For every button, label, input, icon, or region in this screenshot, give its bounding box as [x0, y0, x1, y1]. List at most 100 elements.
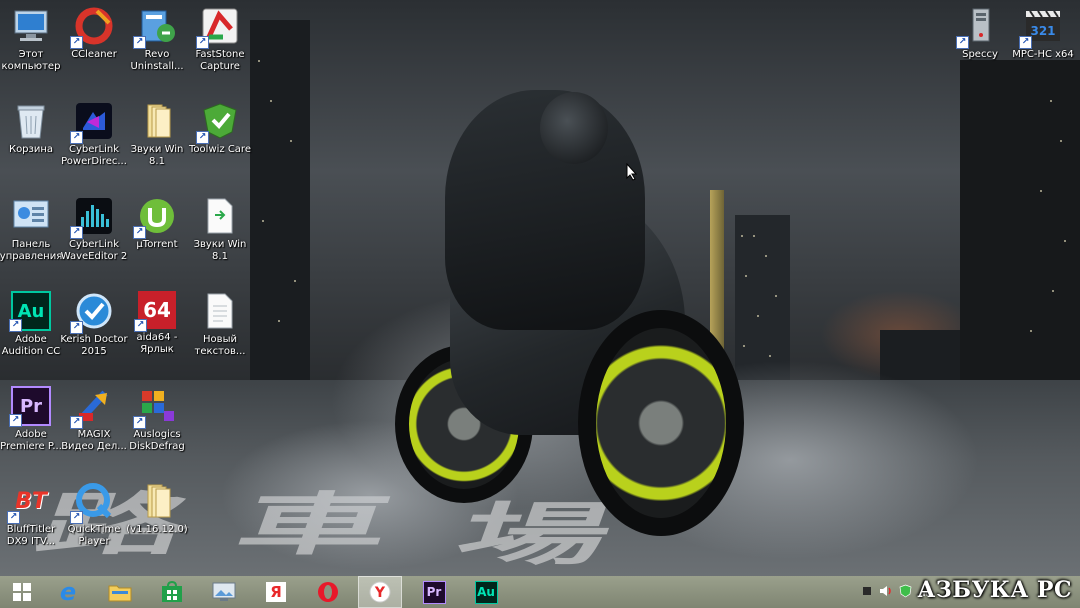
waveeditor-icon: ↗	[70, 196, 114, 239]
shortcut-arrow-icon: ↗	[70, 321, 83, 334]
desktop-icon-utorrent[interactable]: ↗ µTorrent	[124, 190, 190, 278]
icon-label: Auslogics DiskDefrag	[129, 429, 185, 452]
taskbar-image-viewer[interactable]	[202, 576, 246, 608]
recycle-bin-icon	[11, 101, 51, 141]
taskbar-opera[interactable]	[306, 576, 350, 608]
desktop-icon-text-document[interactable]: Новый текстов...	[187, 285, 253, 373]
motorcycle-front-wheel	[578, 310, 744, 536]
taskbar-internet-explorer[interactable]: e	[46, 576, 90, 608]
premiere-icon: Pr	[422, 580, 446, 604]
mouse-cursor-icon	[626, 163, 638, 181]
opera-icon	[316, 580, 340, 604]
wallpaper-building	[250, 20, 310, 380]
audition-icon: Au	[474, 580, 498, 604]
aida64-icon: 64 ↗	[134, 291, 176, 332]
taskbar-file-explorer[interactable]	[98, 576, 142, 608]
desktop[interactable]: 路 車 場 ↗ Этот компьютер ↗ CCleaner ↗ Revo…	[0, 0, 1080, 576]
shortcut-arrow-icon: ↗	[133, 416, 146, 429]
icon-label: Звуки Win 8.1	[193, 239, 247, 262]
desktop-icon-adobe-premiere[interactable]: Pr ↗ Adobe Premiere P...	[0, 380, 64, 468]
yandex-browser-icon: Y	[368, 580, 392, 604]
shortcut-arrow-icon: ↗	[196, 36, 209, 49]
kerish-doctor-icon: ↗	[70, 291, 114, 334]
desktop-icon-kerish-doctor[interactable]: ↗ Kerish Doctor 2015	[60, 285, 128, 373]
icon-label: (v1.16.12.0)	[126, 524, 188, 535]
text-document-icon	[200, 291, 240, 331]
wallpaper-building	[880, 330, 960, 380]
desktop-icon-folder-version[interactable]: (v1.16.12.0)	[124, 475, 190, 563]
folder-icon	[137, 101, 177, 141]
folder-icon	[137, 481, 177, 521]
taskbar-yandex-browser[interactable]: Y	[358, 576, 402, 608]
taskbar-windows-store[interactable]	[150, 576, 194, 608]
desktop-icon-waveeditor[interactable]: ↗ CyberLink WaveEditor 2	[61, 190, 127, 278]
rider-helmet	[540, 92, 608, 164]
desktop-icon-folder-zvuki[interactable]: Звуки Win 8.1	[124, 95, 190, 183]
svg-text:321: 321	[1030, 24, 1055, 38]
shortcut-arrow-icon: ↗	[70, 131, 83, 144]
yandex-icon: Я	[266, 582, 286, 602]
magix-video-icon: ↗	[70, 386, 114, 429]
shortcut-arrow-icon: ↗	[1019, 36, 1032, 49]
speccy-icon: ↗	[956, 6, 1000, 49]
svg-text:Y: Y	[374, 585, 386, 601]
icon-label: FastStone Capture	[195, 49, 245, 72]
desktop-icon-speccy[interactable]: ↗ Speccy	[947, 0, 1013, 88]
audition-icon: Au ↗	[9, 291, 51, 332]
desktop-icon-magix-video[interactable]: ↗ MAGIX Видео Дел...	[61, 380, 127, 468]
control-panel-icon	[11, 196, 51, 236]
file-icon	[200, 196, 240, 236]
channel-watermark: АЗБУКА РС	[917, 577, 1072, 603]
quicktime-icon: ↗	[70, 481, 114, 524]
wallpaper-building	[735, 215, 790, 380]
desktop-icon-powerdirector[interactable]: ↗ CyberLink PowerDirec...	[61, 95, 127, 183]
desktop-icon-zvuki-file[interactable]: Звуки Win 8.1	[187, 190, 253, 278]
toolwiz-care-icon: ↗	[196, 101, 240, 144]
taskbar-audition[interactable]: Au	[464, 576, 508, 608]
start-button[interactable]	[0, 576, 44, 608]
taskbar-yandex[interactable]: Я	[254, 576, 298, 608]
tray-overflow[interactable]	[860, 584, 874, 598]
taskbar-premiere[interactable]: Pr	[412, 576, 456, 608]
shortcut-arrow-icon: ↗	[956, 36, 969, 49]
desktop-icon-mpc-hc[interactable]: 321 ↗ MPC-HC x64	[1010, 0, 1076, 88]
shortcut-arrow-icon: ↗	[133, 226, 146, 239]
desktop-icon-faststone-capture[interactable]: ↗ FastStone Capture	[187, 0, 253, 88]
desktop-icon-adobe-audition[interactable]: Au ↗ Adobe Audition CC	[0, 285, 64, 373]
desktop-icon-toolwiz-care[interactable]: ↗ Toolwiz Care	[187, 95, 253, 183]
shortcut-arrow-icon: ↗	[70, 511, 83, 524]
windows-store-icon	[160, 580, 184, 604]
icon-label: Toolwiz Care	[189, 144, 251, 155]
faststone-capture-icon: ↗	[196, 6, 240, 49]
powerdirector-icon: ↗	[70, 101, 114, 144]
desktop-icon-revo-uninstaller[interactable]: ↗ Revo Uninstall...	[124, 0, 190, 88]
internet-explorer-icon: e	[59, 578, 77, 606]
utorrent-icon: ↗	[133, 196, 177, 239]
wallpaper-building	[960, 60, 1080, 380]
computer-icon: ↗	[11, 6, 51, 46]
shortcut-arrow-icon: ↗	[70, 226, 83, 239]
desktop-icon-control-panel[interactable]: Панель управления	[0, 190, 64, 278]
desktop-icon-blufftitler[interactable]: BT ↗ BluffTitler DX9 ITV...	[0, 475, 64, 563]
desktop-icon-ccleaner[interactable]: ↗ CCleaner	[61, 0, 127, 88]
shield-icon[interactable]	[898, 584, 912, 598]
speaker-icon[interactable]	[878, 584, 892, 598]
desktop-icon-quicktime[interactable]: ↗ QuickTime Player	[61, 475, 127, 563]
desktop-icon-auslogics-defrag[interactable]: ↗ Auslogics DiskDefrag	[124, 380, 190, 468]
desktop-icon-aida64[interactable]: 64 ↗ aida64 - Ярлык	[124, 285, 190, 373]
shortcut-arrow-icon: ↗	[7, 511, 20, 524]
windows-start-icon	[10, 580, 34, 604]
image-viewer-icon	[212, 580, 236, 604]
shortcut-arrow-icon: ↗	[196, 131, 209, 144]
premiere-icon: Pr ↗	[9, 386, 51, 427]
desktop-icon-this-pc[interactable]: ↗ Этот компьютер	[0, 0, 64, 88]
auslogics-defrag-icon: ↗	[133, 386, 177, 429]
desktop-icon-recycle-bin[interactable]: Корзина	[0, 95, 64, 183]
shortcut-arrow-icon: ↗	[9, 414, 22, 427]
shortcut-arrow-icon: ↗	[70, 416, 83, 429]
icon-label: Новый текстов...	[194, 334, 246, 357]
shortcut-arrow-icon: ↗	[133, 36, 146, 49]
ccleaner-icon: ↗	[70, 6, 114, 49]
shortcut-arrow-icon: ↗	[134, 319, 147, 332]
blufftitler-icon: BT ↗	[7, 481, 51, 524]
